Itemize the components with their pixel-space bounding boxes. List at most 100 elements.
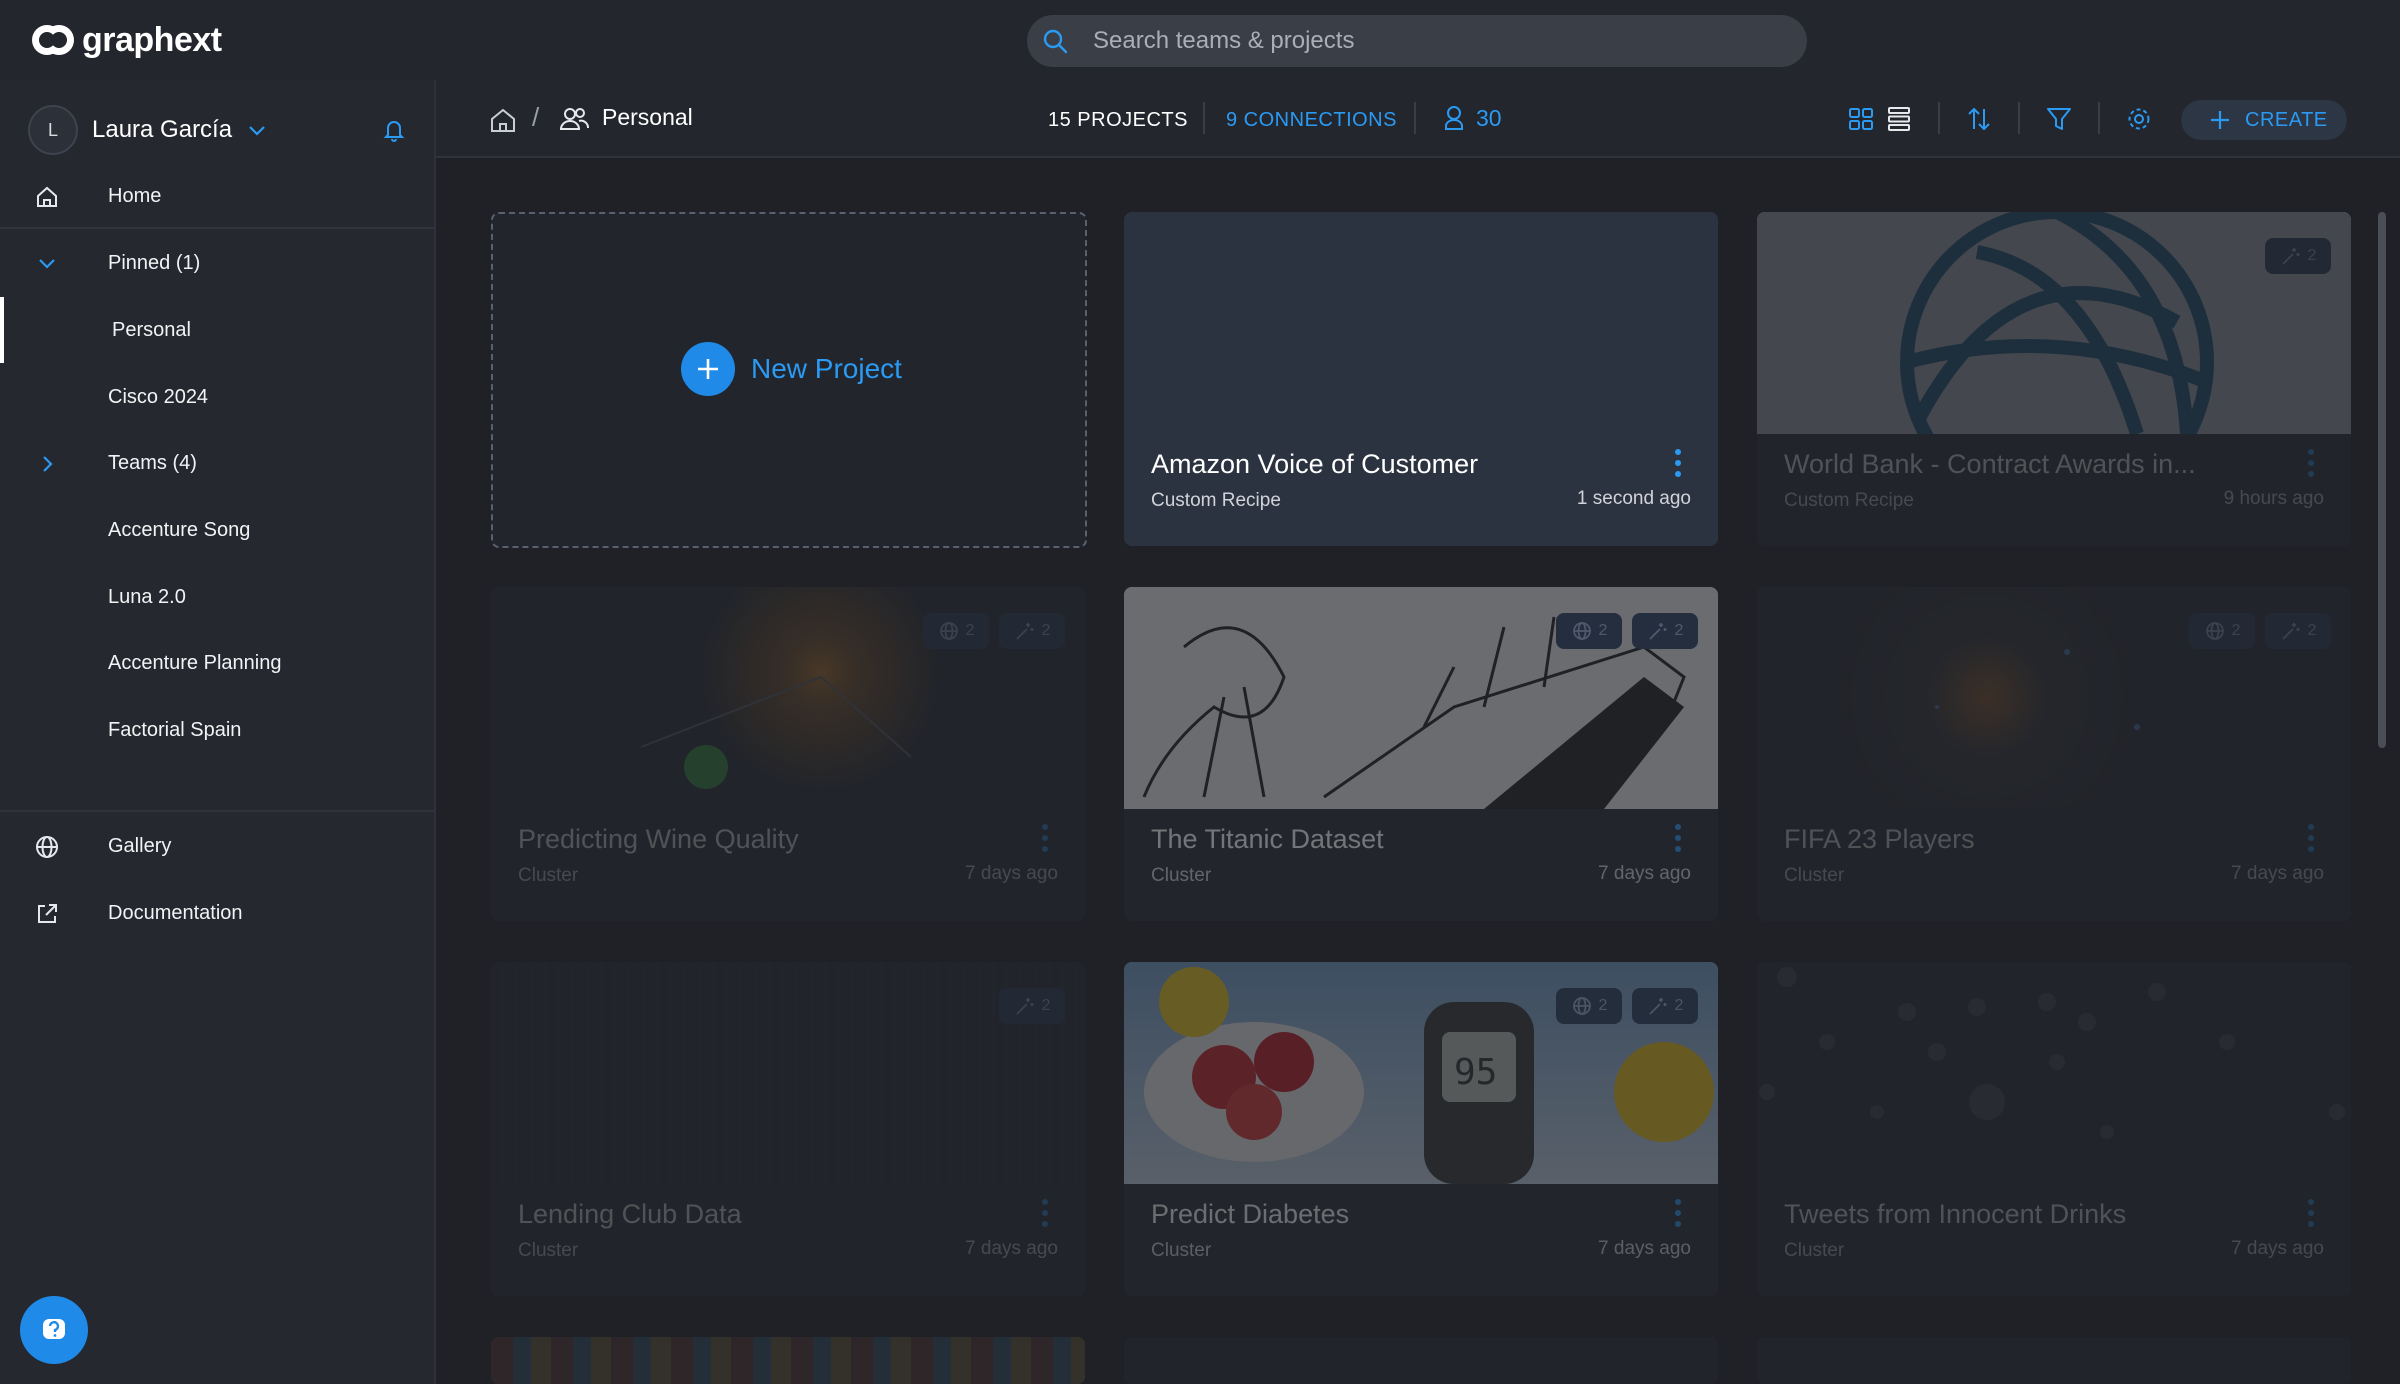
user-name[interactable]: Laura García — [92, 116, 232, 144]
sidebar-item-gallery[interactable]: Gallery — [0, 813, 434, 879]
project-card-amazon[interactable]: Amazon Voice of Customer Custom Recipe 1… — [1124, 212, 1718, 546]
project-title: Tweets from Innocent Drinks — [1784, 1199, 2127, 1229]
ai-badge: 2 — [1632, 988, 1698, 1024]
chevron-down-icon[interactable] — [246, 119, 268, 141]
sidebar-item-home[interactable]: Home — [0, 163, 434, 229]
search-input[interactable] — [1091, 26, 1775, 56]
kebab-menu-icon[interactable] — [2307, 823, 2315, 853]
globe-icon — [36, 836, 58, 858]
sidebar-item-label: Accenture Song — [108, 518, 251, 541]
project-title: FIFA 23 Players — [1784, 824, 1975, 854]
sidebar-item-label: Luna 2.0 — [108, 585, 186, 608]
search-bar[interactable] — [1027, 15, 1807, 67]
ai-badge: 2 — [2265, 613, 2331, 649]
badge-count: 2 — [1674, 997, 1684, 1014]
create-button[interactable]: CREATE — [2181, 100, 2347, 140]
home-icon — [37, 186, 57, 207]
project-card-titanic[interactable]: The Titanic Dataset Cluster 7 days ago 2… — [1124, 587, 1718, 921]
project-type: Cluster — [1784, 1240, 1845, 1261]
project-card-tweets[interactable]: Tweets from Innocent Drinks Cluster 7 da… — [1757, 962, 2351, 1296]
list-view-icon[interactable] — [1884, 104, 1914, 134]
project-card-world-bank[interactable]: World Bank - Contract Awards in... Custo… — [1757, 212, 2351, 546]
project-card-fifa[interactable]: FIFA 23 Players Cluster 7 days ago 2 2 — [1757, 587, 2351, 921]
scrollbar[interactable] — [2378, 212, 2386, 748]
divider — [1203, 102, 1205, 134]
badge-group: 2 2 — [1556, 988, 1698, 1024]
sidebar-item-pinned[interactable]: Pinned (1) — [0, 230, 434, 296]
globe-icon — [2205, 622, 2224, 640]
sidebar-item-label: Teams (4) — [108, 451, 197, 474]
divider — [0, 227, 434, 229]
connections-link[interactable]: 9 CONNECTIONS — [1226, 109, 1397, 132]
project-card-partial[interactable] — [491, 1337, 1085, 1384]
project-card-partial[interactable] — [1124, 1337, 1718, 1384]
kebab-menu-icon[interactable] — [1674, 1198, 1682, 1228]
sidebar-item-personal[interactable]: Personal — [0, 297, 434, 363]
badge-group: 2 2 — [2189, 613, 2331, 649]
chevron-right-icon[interactable] — [34, 451, 60, 477]
globe-icon — [1572, 622, 1591, 640]
bell-icon[interactable] — [380, 116, 408, 144]
sidebar-item-label: Cisco 2024 — [108, 385, 209, 408]
project-time: 1 second ago — [1576, 488, 1691, 509]
sidebar-item-cisco-2024[interactable]: Cisco 2024 — [0, 364, 434, 430]
project-title: Lending Club Data — [518, 1199, 742, 1229]
project-thumbnail — [1124, 1337, 1718, 1384]
project-card-wine[interactable]: Predicting Wine Quality Cluster 7 days a… — [491, 587, 1085, 921]
project-card-partial[interactable] — [1757, 1337, 2351, 1384]
badge-count: 2 — [2307, 622, 2317, 639]
sidebar-item-documentation[interactable]: Documentation — [0, 880, 434, 946]
members-link[interactable]: 30 — [1442, 102, 1502, 134]
sidebar-item-factorial-spain[interactable]: Factorial Spain — [0, 697, 434, 763]
new-project-button[interactable]: New Project — [681, 342, 902, 396]
kebab-menu-icon[interactable] — [1674, 448, 1682, 478]
sidebar-item-teams[interactable]: Teams (4) — [0, 430, 434, 496]
project-type: Custom Recipe — [1151, 490, 1281, 511]
sort-icon[interactable] — [1964, 104, 1994, 134]
new-project-card[interactable]: New Project — [491, 212, 1087, 548]
sidebar: L Laura García Home Pinned (1) Personal … — [0, 80, 436, 1384]
kebab-menu-icon[interactable] — [1041, 1198, 1049, 1228]
breadcrumb-current: Personal — [602, 104, 693, 130]
ai-badge: 2 — [1632, 613, 1698, 649]
kebab-menu-icon[interactable] — [1041, 823, 1049, 853]
help-button[interactable] — [20, 1296, 88, 1364]
sidebar-item-label: Factorial Spain — [108, 718, 242, 741]
badge-count: 2 — [965, 622, 975, 639]
grid-view-icon[interactable] — [1846, 104, 1876, 134]
divider — [0, 810, 434, 812]
gear-icon[interactable] — [2124, 104, 2154, 134]
project-thumbnail — [1757, 1337, 2351, 1384]
chevron-down-icon[interactable] — [34, 251, 60, 277]
wand-icon — [1015, 998, 1034, 1015]
project-type: Custom Recipe — [1784, 490, 1914, 511]
home-icon[interactable] — [488, 106, 518, 134]
project-title: The Titanic Dataset — [1151, 824, 1384, 854]
project-title: Amazon Voice of Customer — [1151, 449, 1479, 479]
project-time: 7 days ago — [2231, 863, 2324, 884]
kebab-menu-icon[interactable] — [2307, 1198, 2315, 1228]
project-thumbnail — [491, 1337, 1085, 1384]
project-card-diabetes[interactable]: 95 Predict Diabetes Cluster 7 days ago 2… — [1124, 962, 1718, 1296]
sidebar-item-accenture-planning[interactable]: Accenture Planning — [0, 630, 434, 696]
sidebar-item-accenture-song[interactable]: Accenture Song — [0, 497, 434, 563]
kebab-menu-icon[interactable] — [1674, 823, 1682, 853]
plus-icon — [698, 359, 718, 379]
avatar[interactable]: L — [28, 105, 78, 155]
kebab-menu-icon[interactable] — [2307, 448, 2315, 478]
badge-group: 2 — [2265, 238, 2331, 274]
project-thumbnail — [491, 962, 1085, 1184]
badge-count: 2 — [2231, 622, 2241, 639]
public-badge: 2 — [2189, 613, 2255, 649]
brand-logo[interactable]: graphext — [30, 18, 222, 62]
filter-icon[interactable] — [2044, 104, 2074, 134]
top-bar: graphext — [0, 0, 2400, 80]
projects-count: 15 PROJECTS — [1048, 109, 1188, 131]
project-title: Predict Diabetes — [1151, 1199, 1350, 1229]
project-card-lending-club[interactable]: Lending Club Data Cluster 7 days ago 2 — [491, 962, 1085, 1296]
public-badge: 2 — [1556, 988, 1622, 1024]
project-thumbnail — [1757, 212, 2351, 519]
user-menu[interactable]: L Laura García — [28, 100, 408, 160]
sidebar-item-luna[interactable]: Luna 2.0 — [0, 564, 434, 630]
project-time: 7 days ago — [1598, 863, 1691, 884]
